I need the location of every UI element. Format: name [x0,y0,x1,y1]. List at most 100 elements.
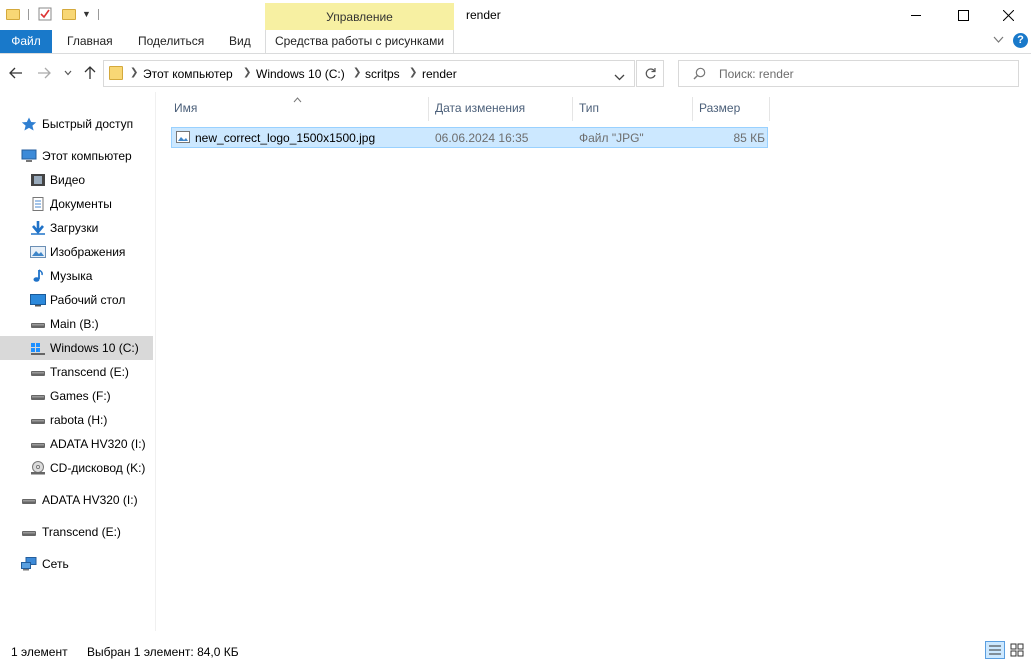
tab-manage[interactable]: Управление [265,3,454,30]
tab-picture-tools[interactable]: Средства работы с рисунками [265,30,454,53]
file-name: new_correct_logo_1500x1500.jpg [195,131,376,145]
desktop-folder-icon [30,293,46,307]
pictures-folder-icon [30,245,46,259]
maximize-button[interactable] [940,0,986,30]
folder-icon [109,66,123,80]
sidebar-item-label: Документы [50,197,112,211]
breadcrumb-this-pc[interactable]: Этот компьютер [143,67,233,81]
column-divider[interactable] [692,97,693,121]
refresh-button[interactable] [636,60,664,87]
column-divider[interactable] [428,97,429,121]
sidebar-item-label: Рабочий стол [50,293,126,307]
close-button[interactable] [985,0,1031,30]
sidebar-item-this-pc[interactable]: Этот компьютер [0,144,153,168]
file-modified: 06.06.2024 16:35 [435,131,529,145]
sidebar-item-drive-k[interactable]: CD-дисковод (K:) [0,456,153,480]
customize-toolbar-icon[interactable]: ▼ [82,9,91,19]
drive-icon [30,365,46,379]
sidebar-item-transcend[interactable]: Transcend (E:) [0,520,153,544]
sidebar-item-pictures[interactable]: Изображения [0,240,153,264]
breadcrumb-separator[interactable]: ❯ [130,67,138,78]
file-size: 85 КБ [733,131,765,145]
breadcrumb-separator[interactable]: ❯ [353,67,361,78]
search-icon [693,67,706,83]
drive-icon [30,317,46,331]
column-header-name[interactable]: Имя [174,95,426,121]
sidebar-item-label: ADATA HV320 (I:) [42,493,138,507]
windows-drive-icon [30,341,46,355]
sidebar-item-label: Загрузки [50,221,99,235]
drive-icon [30,413,46,427]
image-file-icon [176,130,190,147]
new-folder-icon[interactable] [62,7,76,21]
drive-icon [30,389,46,403]
sidebar-item-drive-i[interactable]: ADATA HV320 (I:) [0,432,153,456]
sidebar-item-downloads[interactable]: Загрузки [0,216,153,240]
back-button[interactable] [5,62,27,84]
help-icon[interactable]: ? [1013,33,1028,48]
refresh-icon [645,68,656,79]
chevron-down-icon [64,70,72,76]
breadcrumb-separator[interactable]: ❯ [243,67,251,78]
sidebar-item-drive-b[interactable]: Main (B:) [0,312,153,336]
column-divider[interactable] [572,97,573,121]
tab-share[interactable]: Поделиться [132,30,210,53]
recent-locations-button[interactable] [58,62,78,84]
close-icon [1002,9,1014,21]
address-history-chevron-down-icon[interactable] [614,70,625,84]
sidebar-item-label: Main (B:) [50,317,99,331]
music-folder-icon [30,269,46,283]
sidebar-item-network[interactable]: Сеть [0,552,153,576]
breadcrumb-scritps[interactable]: scritps [365,67,400,81]
breadcrumb-separator[interactable]: ❯ [409,67,417,78]
tab-manage-label: Управление [326,10,393,24]
computer-icon [21,149,37,163]
quick-access-separator [28,9,29,20]
sidebar-item-label: rabota (H:) [50,413,108,427]
star-icon [21,117,37,131]
details-view-icon [989,645,1001,655]
search-input[interactable]: Поиск: render [719,67,794,81]
tab-view[interactable]: Вид [223,30,257,53]
breadcrumb-render[interactable]: render [422,67,457,81]
sidebar-item-desktop[interactable]: Рабочий стол [0,288,153,312]
sidebar-item-drive-f[interactable]: Games (F:) [0,384,153,408]
window-title: render [466,8,501,22]
sidebar-item-adata[interactable]: ADATA HV320 (I:) [0,488,153,512]
properties-icon[interactable] [38,7,52,21]
sidebar-item-documents[interactable]: Документы [0,192,153,216]
sidebar-item-label: Этот компьютер [42,149,132,163]
large-icons-view-button[interactable] [1008,641,1028,659]
expand-ribbon-icon[interactable] [993,35,1004,47]
sidebar-item-drive-e[interactable]: Transcend (E:) [0,360,153,384]
status-selection: Выбран 1 элемент: 84,0 КБ [87,645,239,659]
column-header-size[interactable]: Размер [699,95,767,121]
sidebar-item-label: Transcend (E:) [50,365,129,379]
column-divider[interactable] [769,97,770,121]
status-item-count: 1 элемент [11,645,68,659]
documents-folder-icon [30,197,46,211]
up-button[interactable] [79,62,101,84]
column-header-type[interactable]: Тип [579,95,689,121]
video-folder-icon [30,173,46,187]
tab-file[interactable]: Файл [0,30,52,53]
sidebar-item-quick-access[interactable]: Быстрый доступ [0,112,153,136]
quick-access-separator [98,9,99,20]
sidebar-item-video[interactable]: Видео [0,168,153,192]
sidebar-item-drive-h[interactable]: rabota (H:) [0,408,153,432]
breadcrumb-drive-c[interactable]: Windows 10 (C:) [256,67,345,81]
tab-home[interactable]: Главная [61,30,119,53]
sidebar-item-label: Музыка [50,269,93,283]
maximize-icon [957,9,969,21]
sidebar-item-music[interactable]: Музыка [0,264,153,288]
column-header-modified[interactable]: Дата изменения [435,95,571,121]
sidebar-item-label: Сеть [42,557,69,571]
forward-button[interactable] [33,62,55,84]
arrow-left-icon [9,67,22,79]
sidebar-item-label: CD-дисковод (K:) [50,461,146,475]
details-view-button[interactable] [985,641,1005,659]
sidebar-item-drive-c[interactable]: Windows 10 (C:) [0,336,153,360]
minimize-button[interactable] [893,0,939,30]
drive-icon [21,493,37,507]
sidebar-item-label: ADATA HV320 (I:) [50,437,146,451]
